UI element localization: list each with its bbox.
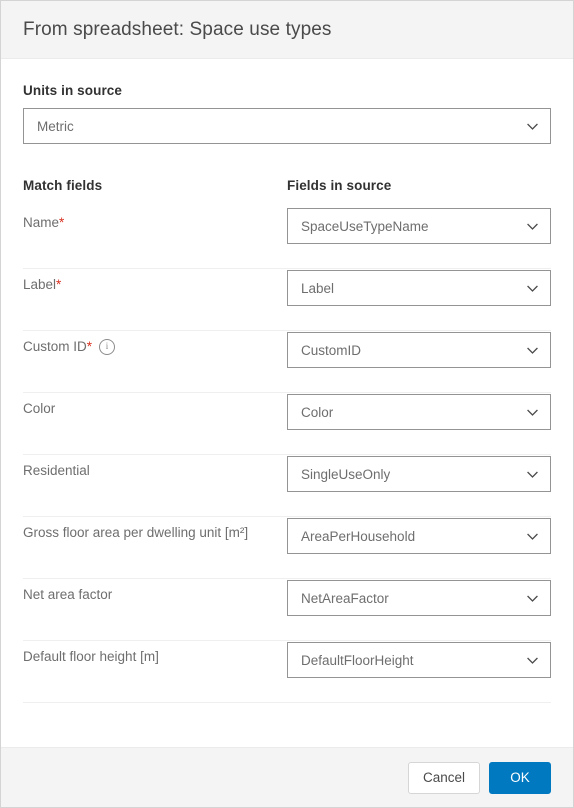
- field-label-text: Label: [23, 277, 57, 292]
- field-label-text: Default floor height [m]: [23, 649, 159, 664]
- field-label-name: Name *: [23, 207, 287, 231]
- chevron-down-icon: [526, 530, 539, 543]
- field-label-text: Net area factor: [23, 587, 113, 602]
- units-in-source-block: Units in source Metric: [23, 59, 551, 144]
- units-in-source-select[interactable]: Metric: [23, 108, 551, 144]
- table-row: Label * Label: [23, 269, 551, 331]
- required-asterisk: *: [86, 339, 93, 354]
- chevron-down-icon: [526, 220, 539, 233]
- field-label-text: Color: [23, 401, 56, 416]
- field-label-text: Name: [23, 215, 60, 230]
- field-control: NetAreaFactor: [287, 579, 551, 616]
- source-field-value: NetAreaFactor: [301, 590, 389, 606]
- field-control: CustomID: [287, 331, 551, 368]
- field-control: Color: [287, 393, 551, 430]
- units-in-source-label: Units in source: [23, 83, 123, 98]
- ok-button[interactable]: OK: [489, 761, 551, 794]
- source-field-select-gross-floor-area[interactable]: AreaPerHousehold: [287, 518, 551, 554]
- field-control: Label: [287, 269, 551, 306]
- chevron-down-icon: [526, 344, 539, 357]
- from-spreadsheet-dialog: From spreadsheet: Space use types Units …: [0, 0, 574, 808]
- table-row: Color Color: [23, 393, 551, 455]
- field-control: AreaPerHousehold: [287, 517, 551, 554]
- match-fields-header-row: Match fields Fields in source: [23, 178, 551, 193]
- cancel-button[interactable]: Cancel: [407, 761, 480, 794]
- field-label-residential: Residential: [23, 455, 287, 479]
- table-row: Custom ID * i CustomID: [23, 331, 551, 393]
- field-control: SingleUseOnly: [287, 455, 551, 492]
- source-field-value: CustomID: [301, 342, 362, 358]
- field-label-gross-floor-area: Gross floor area per dwelling unit [m²]: [23, 517, 287, 541]
- field-label-text: Residential: [23, 463, 90, 478]
- dialog-body: Units in source Metric Match fields Fiel…: [1, 59, 573, 747]
- source-field-select-net-area-factor[interactable]: NetAreaFactor: [287, 580, 551, 616]
- units-in-source-value: Metric: [37, 118, 74, 134]
- table-row: Net area factor NetAreaFactor: [23, 579, 551, 641]
- chevron-down-icon: [526, 654, 539, 667]
- table-row: Name * SpaceUseTypeName: [23, 207, 551, 269]
- dialog-footer: Cancel OK: [1, 747, 573, 807]
- field-label-net-area-factor: Net area factor: [23, 579, 287, 603]
- table-row: Gross floor area per dwelling unit [m²] …: [23, 517, 551, 579]
- chevron-down-icon: [526, 282, 539, 295]
- chevron-down-icon: [526, 406, 539, 419]
- source-field-value: SingleUseOnly: [301, 466, 391, 482]
- fields-in-source-header: Fields in source: [287, 178, 392, 193]
- required-asterisk: *: [59, 215, 65, 230]
- match-fields-header: Match fields: [23, 178, 103, 193]
- table-row: Default floor height [m] DefaultFloorHei…: [23, 641, 551, 703]
- source-field-select-residential[interactable]: SingleUseOnly: [287, 456, 551, 492]
- field-label-text: Custom ID: [23, 339, 87, 354]
- source-field-value: DefaultFloorHeight: [301, 652, 414, 668]
- chevron-down-icon: [526, 468, 539, 481]
- dialog-header: From spreadsheet: Space use types: [1, 1, 573, 59]
- dialog-title: From spreadsheet: Space use types: [23, 18, 332, 40]
- chevron-down-icon: [526, 592, 539, 605]
- match-fields-list: Name * SpaceUseTypeName Label * Label Cu…: [23, 207, 551, 703]
- source-field-select-name[interactable]: SpaceUseTypeName: [287, 208, 551, 244]
- source-field-select-color[interactable]: Color: [287, 394, 551, 430]
- chevron-down-icon: [526, 120, 539, 133]
- required-asterisk: *: [56, 277, 62, 292]
- field-label-text: Gross floor area per dwelling unit [m²]: [23, 525, 249, 540]
- field-label-color: Color: [23, 393, 287, 417]
- source-field-value: SpaceUseTypeName: [301, 218, 429, 234]
- field-control: DefaultFloorHeight: [287, 641, 551, 678]
- source-field-select-custom-id[interactable]: CustomID: [287, 332, 551, 368]
- field-label-custom-id: Custom ID * i: [23, 331, 287, 355]
- source-field-value: Label: [301, 280, 335, 296]
- field-label-default-floor-height: Default floor height [m]: [23, 641, 287, 665]
- info-circle-icon[interactable]: i: [99, 339, 116, 355]
- source-field-select-default-floor-height[interactable]: DefaultFloorHeight: [287, 642, 551, 678]
- field-label-label: Label *: [23, 269, 287, 293]
- field-control: SpaceUseTypeName: [287, 207, 551, 244]
- table-row: Residential SingleUseOnly: [23, 455, 551, 517]
- source-field-select-label[interactable]: Label: [287, 270, 551, 306]
- source-field-value: AreaPerHousehold: [301, 528, 416, 544]
- source-field-value: Color: [301, 404, 334, 420]
